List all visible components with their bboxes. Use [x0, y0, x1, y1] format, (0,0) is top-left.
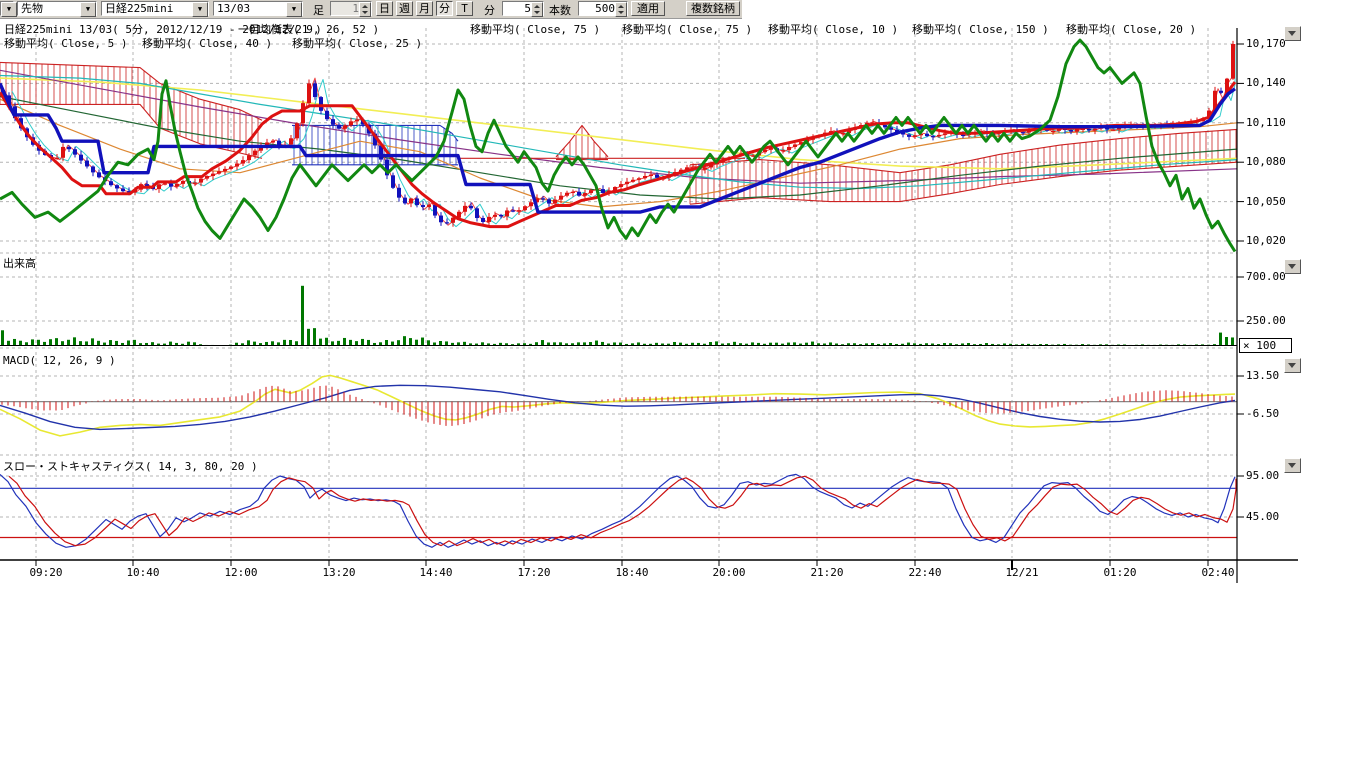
volume-panel-label: 出来高: [3, 255, 36, 271]
chevron-down-icon[interactable]: ▼: [1, 2, 17, 17]
chevron-down-icon[interactable]: ▼: [80, 2, 96, 17]
price-axis-label: 10,050: [1246, 195, 1286, 208]
toolbar: ▼ 先物 ▼ 日経225mini ▼ 13/03 ▼ 足 1 日 週 月 分 T…: [0, 0, 742, 19]
period-day-button[interactable]: 日: [376, 1, 393, 16]
contract-value: 13/03: [217, 2, 250, 15]
x-axis-label: 13:20: [322, 566, 355, 579]
volume-multiplier-badge: × 100: [1239, 338, 1292, 353]
legend-ma40: 移動平均( Close, 40 ): [142, 35, 272, 51]
contract-month-dropdown[interactable]: 13/03 ▼: [213, 1, 303, 16]
category-dropdown[interactable]: 先物 ▼: [17, 1, 97, 16]
period-week-button[interactable]: 週: [396, 1, 413, 16]
stoch-scroll-down-button[interactable]: [1284, 458, 1301, 473]
legend-ma20: 移動平均( Close, 20 ): [1066, 21, 1196, 37]
macd-axis-label: -6.50: [1246, 407, 1279, 420]
volume-axis-label: 250.00: [1246, 314, 1286, 327]
x-axis-label: 20:00: [712, 566, 745, 579]
legend-ma10: 移動平均( Close, 10 ): [768, 21, 898, 37]
period-month-button[interactable]: 月: [416, 1, 433, 16]
minute-spinner[interactable]: 5: [502, 1, 544, 16]
price-axis-label: 10,080: [1246, 155, 1286, 168]
legend-ma75-a: 移動平均( Close, 75 ): [470, 21, 600, 37]
x-axis-label: 14:40: [419, 566, 452, 579]
price-axis-label: 10,170: [1246, 37, 1286, 50]
multi-symbol-button[interactable]: 複数銘柄: [686, 1, 740, 16]
interval-spinner[interactable]: 1: [330, 1, 372, 16]
chevron-down-icon[interactable]: ▼: [192, 2, 208, 17]
instrument-value: 日経225mini: [105, 2, 173, 15]
left-mini-dropdown[interactable]: ▼: [0, 1, 14, 16]
x-axis-label: 12:00: [224, 566, 257, 579]
macd-axis-label: 13.50: [1246, 369, 1279, 382]
price-scroll-down-button[interactable]: [1284, 26, 1301, 41]
price-axis-label: 10,110: [1246, 116, 1286, 129]
x-axis-label: 18:40: [615, 566, 648, 579]
legend-ma5: 移動平均( Close, 5 ): [4, 35, 127, 51]
x-axis-label: 02:40: [1201, 566, 1234, 579]
stoch-panel-label: スロー・ストキャスティクス( 14, 3, 80, 20 ): [3, 458, 258, 474]
category-value: 先物: [21, 2, 43, 15]
macd-panel-label: MACD( 12, 26, 9 ): [3, 354, 116, 367]
spinner-icon[interactable]: [531, 2, 543, 17]
period-tick-button[interactable]: T: [456, 1, 473, 16]
count-value: 500: [595, 2, 615, 15]
volume-axis-label: 700.00: [1246, 270, 1286, 283]
x-axis-label: 01:20: [1103, 566, 1136, 579]
price-axis-label: 10,140: [1246, 76, 1286, 89]
minute-label: 分: [484, 2, 495, 18]
x-axis-label: 21:20: [810, 566, 843, 579]
x-axis-label: 09:20: [29, 566, 62, 579]
instrument-dropdown[interactable]: 日経225mini ▼: [101, 1, 209, 16]
macd-scroll-down-button[interactable]: [1284, 358, 1301, 373]
x-axis-label: 17:20: [517, 566, 550, 579]
legend-ma25: 移動平均( Close, 25 ): [292, 35, 422, 51]
spinner-icon[interactable]: [615, 2, 627, 17]
stoch-axis-label: 95.00: [1246, 469, 1279, 482]
trading-app-window: ▼ 先物 ▼ 日経225mini ▼ 13/03 ▼ 足 1 日 週 月 分 T…: [0, 0, 1366, 768]
chart-area: 日経225mini 13/03( 5分, 2012/12/19 - 2012/1…: [0, 0, 1366, 768]
x-axis-label: 22:40: [908, 566, 941, 579]
price-axis-label: 10,020: [1246, 234, 1286, 247]
legend-ma150: 移動平均( Close, 150 ): [912, 21, 1049, 37]
spinner-icon[interactable]: [359, 2, 371, 17]
count-label: 本数: [549, 2, 571, 18]
bar-type-label: 足: [313, 2, 324, 18]
interval-value: 1: [352, 2, 359, 15]
legend-ma75-b: 移動平均( Close, 75 ): [622, 21, 752, 37]
stoch-axis-label: 45.00: [1246, 510, 1279, 523]
x-axis-label: 10:40: [126, 566, 159, 579]
chevron-down-icon[interactable]: ▼: [286, 2, 302, 17]
x-axis-label: 12/21: [1005, 566, 1038, 579]
period-minute-button[interactable]: 分: [436, 1, 453, 16]
apply-button[interactable]: 適用: [631, 1, 665, 16]
count-spinner[interactable]: 500: [578, 1, 628, 16]
volume-scroll-down-button[interactable]: [1284, 259, 1301, 274]
minute-value: 5: [524, 2, 531, 15]
chart-canvas[interactable]: [0, 0, 1310, 600]
